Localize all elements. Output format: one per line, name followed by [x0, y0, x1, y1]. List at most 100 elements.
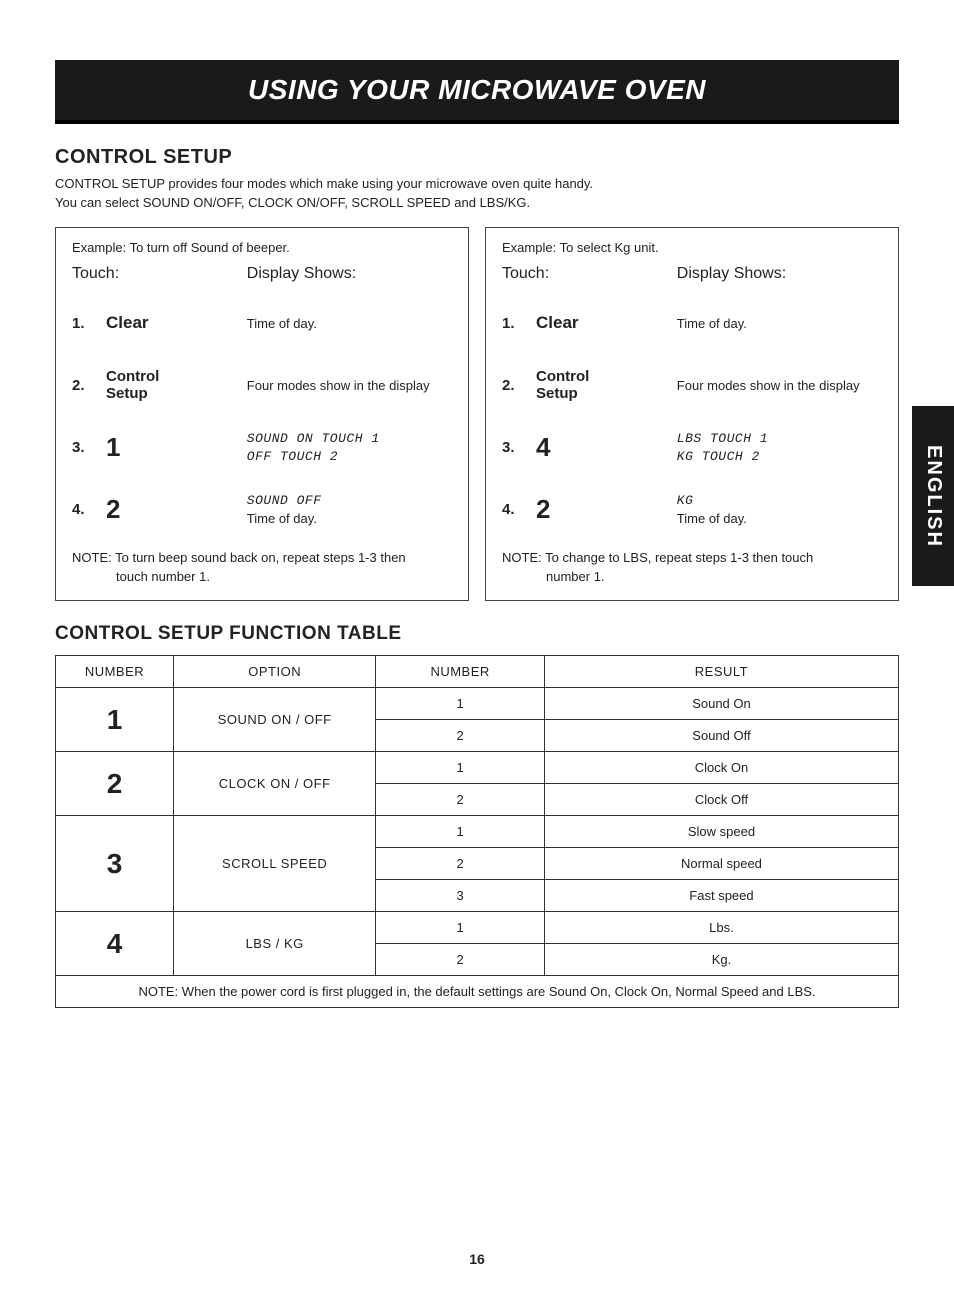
display-header: Display Shows: [677, 265, 882, 283]
step-touch: 1 [106, 433, 247, 462]
note-text: When the power cord is first plugged in,… [182, 984, 816, 999]
example-note: NOTE: To change to LBS, repeat steps 1-3… [502, 549, 882, 587]
note-label: NOTE: [502, 550, 542, 565]
language-tab: ENGLISH [912, 406, 954, 586]
step-display: SOUND OFF Time of day. [247, 492, 452, 528]
step-row: 3. 1 SOUND ON TOUCH 1 OFF TOUCH 2 [72, 417, 452, 479]
lcd-text: LBS TOUCH 1 [677, 430, 882, 448]
step-row: 4. 2 SOUND OFF Time of day. [72, 479, 452, 541]
sub-number: 2 [376, 720, 545, 752]
step-display: Time of day. [247, 315, 452, 333]
control-setup-heading: CONTROL SETUP [55, 146, 899, 169]
sub-number: 2 [376, 944, 545, 976]
step-touch: 2 [106, 495, 247, 524]
step-number: 1. [72, 315, 106, 332]
example-title: Example: To turn off Sound of beeper. [72, 240, 452, 255]
example-kg-unit: Example: To select Kg unit. Touch: Displ… [485, 227, 899, 602]
columns-header: Touch: Display Shows: [72, 265, 452, 283]
result: Sound Off [544, 720, 898, 752]
option-name: CLOCK ON / OFF [174, 752, 376, 816]
sub-number: 1 [376, 688, 545, 720]
sub-number: 1 [376, 752, 545, 784]
table-row: 4 LBS / KG 1 Lbs. [56, 912, 899, 944]
option-number: 4 [56, 912, 174, 976]
note-text: To turn beep sound back on, repeat steps… [115, 550, 406, 565]
result: Slow speed [544, 816, 898, 848]
page: USING YOUR MICROWAVE OVEN CONTROL SETUP … [0, 0, 954, 1048]
control-setup-intro: CONTROL SETUP provides four modes which … [55, 175, 899, 213]
page-banner: USING YOUR MICROWAVE OVEN [55, 60, 899, 124]
step-display: Time of day. [677, 315, 882, 333]
step-row: 1. Clear Time of day. [72, 293, 452, 355]
function-table: NUMBER OPTION NUMBER RESULT 1 SOUND ON /… [55, 655, 899, 1008]
table-row: 2 CLOCK ON / OFF 1 Clock On [56, 752, 899, 784]
step-number: 1. [502, 315, 536, 332]
sub-number: 1 [376, 816, 545, 848]
option-number: 1 [56, 688, 174, 752]
step-display: LBS TOUCH 1 KG TOUCH 2 [677, 430, 882, 466]
result: Fast speed [544, 880, 898, 912]
th-option: OPTION [174, 656, 376, 688]
page-number: 16 [0, 1251, 954, 1267]
step-row: 2. ControlSetup Four modes show in the d… [72, 355, 452, 417]
lcd-text: SOUND OFF [247, 492, 452, 510]
step-number: 4. [72, 501, 106, 518]
example-title: Example: To select Kg unit. [502, 240, 882, 255]
th-number2: NUMBER [376, 656, 545, 688]
lcd-text: OFF TOUCH 2 [247, 448, 452, 466]
result: Clock On [544, 752, 898, 784]
sub-number: 1 [376, 912, 545, 944]
step-touch: ControlSetup [106, 369, 247, 402]
option-name: SCROLL SPEED [174, 816, 376, 912]
time-of-day-text: Time of day. [677, 511, 747, 526]
columns-header: Touch: Display Shows: [502, 265, 882, 283]
lcd-text: KG TOUCH 2 [677, 448, 882, 466]
step-touch: Clear [106, 314, 247, 333]
result: Normal speed [544, 848, 898, 880]
table-note-row: NOTE: When the power cord is first plugg… [56, 976, 899, 1008]
th-result: RESULT [544, 656, 898, 688]
result: Clock Off [544, 784, 898, 816]
note-text-cont: touch number 1. [72, 568, 452, 587]
option-name: LBS / KG [174, 912, 376, 976]
table-row: 1 SOUND ON / OFF 1 Sound On [56, 688, 899, 720]
step-display: KG Time of day. [677, 492, 882, 528]
examples-row: Example: To turn off Sound of beeper. To… [55, 227, 899, 602]
step-number: 2. [502, 377, 536, 394]
step-number: 3. [502, 439, 536, 456]
table-header-row: NUMBER OPTION NUMBER RESULT [56, 656, 899, 688]
table-row: 3 SCROLL SPEED 1 Slow speed [56, 816, 899, 848]
example-sound-off: Example: To turn off Sound of beeper. To… [55, 227, 469, 602]
example-note: NOTE: To turn beep sound back on, repeat… [72, 549, 452, 587]
sub-number: 3 [376, 880, 545, 912]
note-label: NOTE: [138, 984, 178, 999]
step-touch: 2 [536, 495, 677, 524]
th-number: NUMBER [56, 656, 174, 688]
touch-header: Touch: [502, 265, 677, 283]
time-of-day-text: Time of day. [247, 511, 317, 526]
intro-line-1: CONTROL SETUP provides four modes which … [55, 176, 593, 191]
touch-header: Touch: [72, 265, 247, 283]
sub-number: 2 [376, 784, 545, 816]
step-row: 4. 2 KG Time of day. [502, 479, 882, 541]
lcd-text: KG [677, 492, 882, 510]
option-number: 3 [56, 816, 174, 912]
lcd-text: SOUND ON TOUCH 1 [247, 430, 452, 448]
step-number: 4. [502, 501, 536, 518]
note-label: NOTE: [72, 550, 112, 565]
step-number: 2. [72, 377, 106, 394]
intro-line-2: You can select SOUND ON/OFF, CLOCK ON/OF… [55, 195, 530, 210]
step-number: 3. [72, 439, 106, 456]
option-name: SOUND ON / OFF [174, 688, 376, 752]
step-touch: ControlSetup [536, 369, 677, 402]
step-touch: Clear [536, 314, 677, 333]
step-touch: 4 [536, 433, 677, 462]
option-number: 2 [56, 752, 174, 816]
result: Sound On [544, 688, 898, 720]
result: Lbs. [544, 912, 898, 944]
note-text: To change to LBS, repeat steps 1-3 then … [545, 550, 813, 565]
step-row: 3. 4 LBS TOUCH 1 KG TOUCH 2 [502, 417, 882, 479]
step-row: 1. Clear Time of day. [502, 293, 882, 355]
display-header: Display Shows: [247, 265, 452, 283]
result: Kg. [544, 944, 898, 976]
